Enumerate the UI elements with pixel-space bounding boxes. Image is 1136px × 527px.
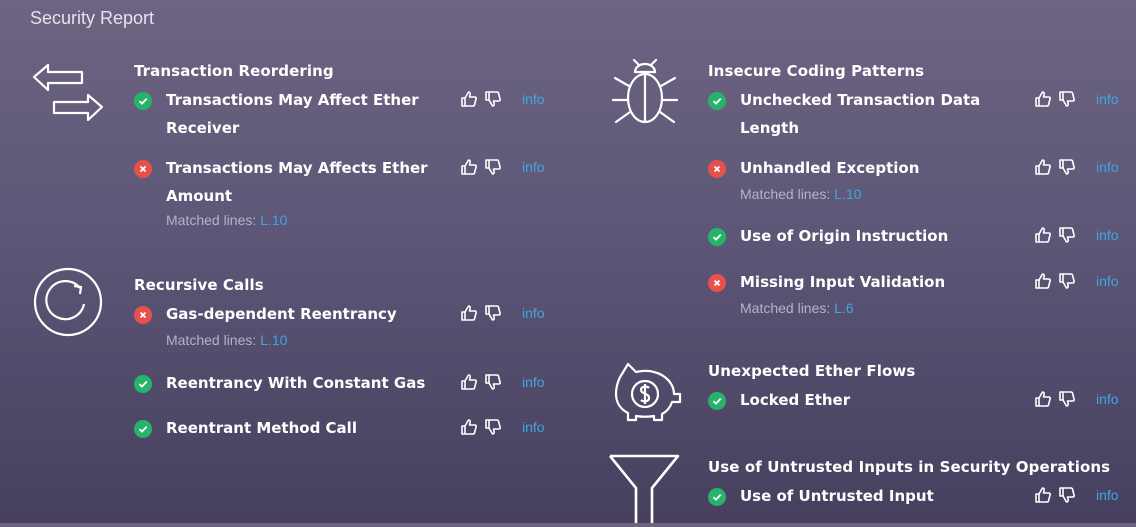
- category-title-recursive: Recursive Calls: [134, 276, 264, 294]
- check-label: Reentrancy With Constant Gas: [166, 374, 426, 392]
- check-fail-icon: [708, 274, 726, 292]
- info-link[interactable]: info: [1096, 91, 1119, 107]
- thumbs-up-icon[interactable]: [1034, 390, 1052, 412]
- thumbs-up-icon[interactable]: [460, 418, 478, 440]
- piggy-bank-icon: [608, 360, 684, 426]
- check-label: Gas-dependent Reentrancy: [166, 305, 397, 323]
- matched-lines: Matched lines: L.10: [166, 212, 288, 228]
- check-pass-icon: [708, 228, 726, 246]
- info-link[interactable]: info: [522, 91, 545, 107]
- thumbs-down-icon[interactable]: [1058, 90, 1076, 112]
- thumbs-down-icon[interactable]: [1058, 158, 1076, 180]
- thumbs-down-icon[interactable]: [484, 373, 502, 395]
- check-pass-icon: [134, 92, 152, 110]
- check-item-untrusted-input: Use of Untrusted Input info: [708, 486, 1128, 512]
- info-link[interactable]: info: [522, 374, 545, 390]
- matched-line-link[interactable]: L.10: [260, 332, 287, 348]
- category-title-ether-flows: Unexpected Ether Flows: [708, 362, 916, 380]
- check-item-locked-ether: Locked Ether info: [708, 390, 1128, 416]
- thumbs-up-icon[interactable]: [1034, 486, 1052, 508]
- check-label: Locked Ether: [740, 391, 851, 409]
- check-label: Transactions May Affects Ether: [166, 159, 428, 177]
- check-item-reentrancy-constant: Reentrancy With Constant Gas info: [134, 373, 554, 399]
- thumbs-down-icon[interactable]: [484, 418, 502, 440]
- category-title-insecure: Insecure Coding Patterns: [708, 62, 925, 80]
- info-link[interactable]: info: [1096, 159, 1119, 175]
- check-item-origin-instruction: Use of Origin Instruction info: [708, 226, 1128, 252]
- check-label-cont: Amount: [166, 187, 233, 205]
- check-label: Reentrant Method Call: [166, 419, 357, 437]
- thumbs-down-icon[interactable]: [484, 90, 502, 112]
- thumbs-down-icon[interactable]: [1058, 226, 1076, 248]
- check-fail-icon: [708, 160, 726, 178]
- thumbs-up-icon[interactable]: [1034, 272, 1052, 294]
- circular-arrow-icon: [32, 266, 104, 342]
- matched-lines: Matched lines: L.6: [740, 300, 854, 316]
- check-pass-icon: [708, 392, 726, 410]
- info-link[interactable]: info: [522, 305, 545, 321]
- category-title-untrusted: Use of Untrusted Inputs in Security Oper…: [708, 458, 1111, 476]
- info-link[interactable]: info: [1096, 227, 1119, 243]
- thumbs-up-icon[interactable]: [460, 373, 478, 395]
- matched-line-link[interactable]: L.10: [260, 212, 287, 228]
- check-item-tx-amount: Transactions May Affects Ether Amount Mat…: [134, 158, 554, 238]
- check-pass-icon: [708, 92, 726, 110]
- check-label-cont: Receiver: [166, 119, 240, 137]
- check-item-unhandled-exception: Unhandled Exception Matched lines: L.10 …: [708, 158, 1128, 208]
- arrows-exchange-icon: [32, 62, 104, 126]
- thumbs-up-icon[interactable]: [1034, 158, 1052, 180]
- thumbs-down-icon[interactable]: [1058, 390, 1076, 412]
- check-label: Missing Input Validation: [740, 273, 946, 291]
- check-item-gas-reentrancy: Gas-dependent Reentrancy Matched lines: …: [134, 304, 554, 354]
- check-fail-icon: [134, 306, 152, 324]
- info-link[interactable]: info: [522, 419, 545, 435]
- check-label: Transactions May Affect Ether: [166, 91, 419, 109]
- check-item-unchecked-length: Unchecked Transaction Data Length info: [708, 90, 1128, 146]
- thumbs-up-icon[interactable]: [460, 158, 478, 180]
- matched-lines: Matched lines: L.10: [740, 186, 862, 202]
- check-pass-icon: [134, 375, 152, 393]
- matched-line-link[interactable]: L.10: [834, 186, 861, 202]
- category-title-reordering: Transaction Reordering: [134, 62, 334, 80]
- bug-icon: [610, 58, 680, 134]
- check-pass-icon: [134, 420, 152, 438]
- check-item-missing-input: Missing Input Validation Matched lines: …: [708, 272, 1128, 322]
- info-link[interactable]: info: [1096, 273, 1119, 289]
- thumbs-up-icon[interactable]: [1034, 90, 1052, 112]
- info-link[interactable]: info: [1096, 487, 1119, 503]
- check-label: Use of Origin Instruction: [740, 227, 949, 245]
- thumbs-down-icon[interactable]: [1058, 486, 1076, 508]
- info-link[interactable]: info: [1096, 391, 1119, 407]
- check-label: Unchecked Transaction Data: [740, 91, 981, 109]
- thumbs-down-icon[interactable]: [1058, 272, 1076, 294]
- check-label-cont: Length: [740, 119, 799, 137]
- thumbs-down-icon[interactable]: [484, 304, 502, 326]
- thumbs-up-icon[interactable]: [460, 90, 478, 112]
- matched-line-link[interactable]: L.6: [834, 300, 853, 316]
- info-link[interactable]: info: [522, 159, 545, 175]
- check-label: Unhandled Exception: [740, 159, 920, 177]
- thumbs-down-icon[interactable]: [484, 158, 502, 180]
- funnel-icon: [608, 452, 680, 527]
- matched-lines: Matched lines: L.10: [166, 332, 288, 348]
- check-item-tx-receiver: Transactions May Affect Ether Receiver in…: [134, 90, 554, 146]
- thumbs-up-icon[interactable]: [460, 304, 478, 326]
- check-pass-icon: [708, 488, 726, 506]
- check-fail-icon: [134, 160, 152, 178]
- thumbs-up-icon[interactable]: [1034, 226, 1052, 248]
- check-item-reentrant-call: Reentrant Method Call info: [134, 418, 554, 444]
- page-title: Security Report: [30, 8, 155, 28]
- check-label: Use of Untrusted Input: [740, 487, 934, 505]
